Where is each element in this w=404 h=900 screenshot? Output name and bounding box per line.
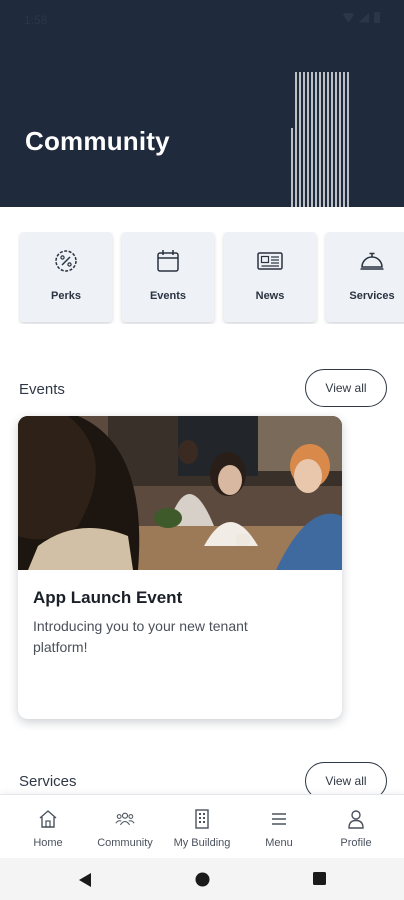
event-description: Introducing you to your new tenant platf… [33, 618, 248, 655]
battery-icon [374, 12, 380, 23]
status-icons [343, 12, 380, 23]
nav-home[interactable]: Home [8, 795, 88, 859]
page-header: 1:58 Community [0, 0, 404, 207]
recents-square-icon[interactable] [313, 872, 326, 885]
quick-actions-row: Perks Events News Services [18, 232, 404, 324]
bottom-navigation: Home Community My Building Menu Profile [0, 794, 404, 858]
nav-menu[interactable]: Menu [239, 795, 319, 859]
event-photo [18, 416, 342, 570]
nav-profile[interactable]: Profile [316, 795, 396, 859]
nav-profile-label: Profile [340, 837, 372, 849]
nav-community-label: Community [97, 837, 153, 849]
calendar-icon [157, 250, 179, 272]
home-icon [39, 810, 57, 828]
home-circle-icon[interactable] [195, 872, 210, 887]
event-card[interactable]: App Launch Event Introducing you to your… [18, 416, 342, 719]
menu-icon [272, 813, 286, 825]
nav-my-building-label: My Building [173, 837, 231, 849]
status-time: 1:58 [24, 13, 48, 27]
nav-my-building[interactable]: My Building [162, 795, 242, 859]
services-section-title: Services [19, 773, 77, 790]
newspaper-icon [257, 252, 283, 270]
system-navigation-bar [0, 858, 404, 900]
signal-icon [359, 12, 369, 23]
profile-icon [348, 810, 364, 829]
building-icon [195, 809, 209, 829]
events-section-title: Events [19, 381, 65, 398]
event-title: App Launch Event [33, 588, 183, 607]
status-bar: 1:58 [0, 0, 404, 38]
percent-badge-icon [55, 250, 77, 272]
service-bell-icon [360, 252, 384, 270]
nav-community[interactable]: Community [85, 795, 165, 859]
news-label: News [255, 290, 285, 302]
back-triangle-icon[interactable] [78, 872, 92, 888]
nav-home-label: Home [33, 837, 63, 849]
events-card[interactable]: Events [122, 232, 214, 322]
events-view-all-button[interactable]: View all [305, 369, 387, 407]
perks-card[interactable]: Perks [20, 232, 112, 322]
news-card[interactable]: News [224, 232, 316, 322]
wifi-icon [343, 12, 354, 23]
services-label: Services [349, 290, 395, 302]
perks-label: Perks [51, 290, 81, 302]
nav-menu-label: Menu [265, 837, 293, 849]
building-illustration [291, 72, 349, 207]
services-card[interactable]: Services [326, 232, 404, 322]
community-icon [115, 812, 135, 826]
page-title: Community [25, 126, 170, 156]
events-label: Events [149, 290, 187, 302]
